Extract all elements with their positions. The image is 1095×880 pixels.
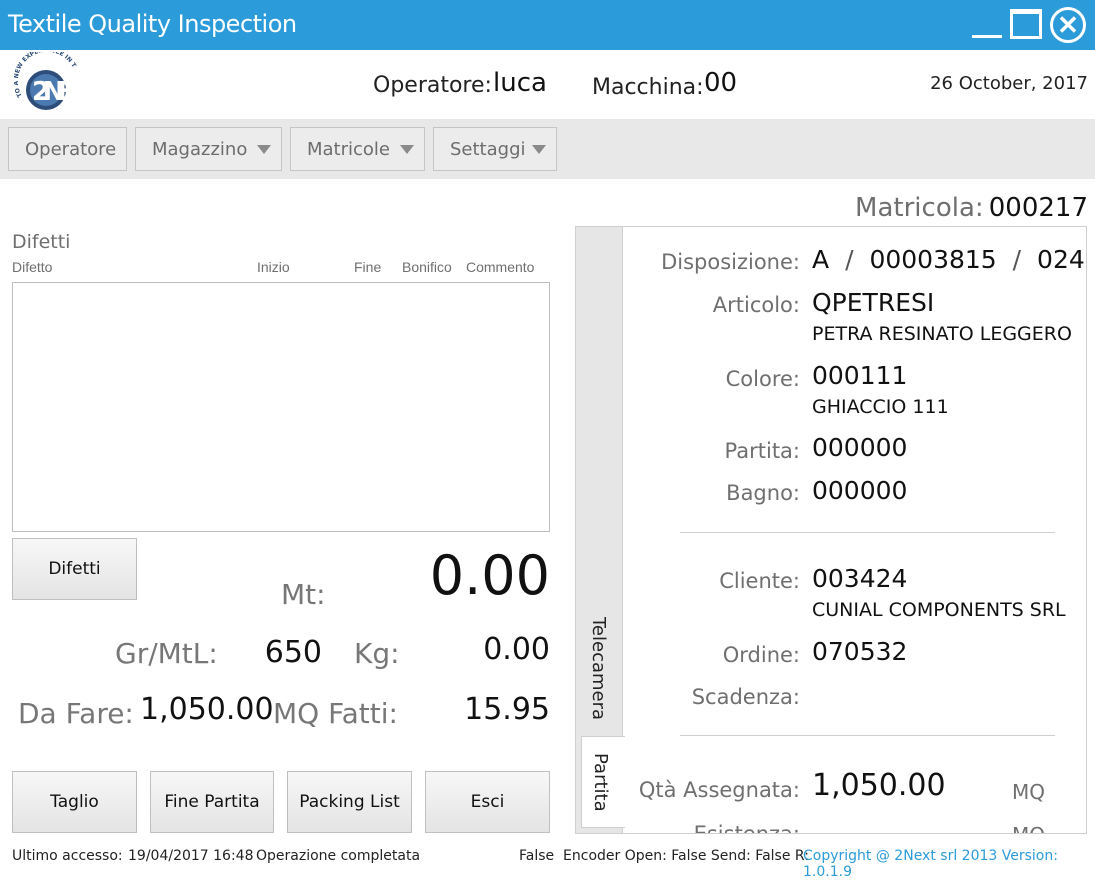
dropdown-arrow-icon (532, 145, 546, 154)
menu-magazzino-button[interactable]: Magazzino (135, 127, 282, 171)
taglio-button[interactable]: Taglio (12, 771, 137, 833)
kg-value: 0.00 (483, 632, 550, 667)
disposizione-label: Disposizione: (661, 250, 800, 274)
detail-panel (575, 226, 1087, 834)
mt-label: Mt: (281, 578, 326, 611)
dafare-label: Da Fare: (18, 697, 134, 730)
partita-label: Partita: (724, 439, 800, 463)
dropdown-arrow-icon (400, 145, 414, 154)
separator (680, 735, 1055, 736)
minimize-icon[interactable] (972, 16, 1002, 38)
fine-partita-button[interactable]: Fine Partita (150, 771, 274, 833)
dafare-value: 1,050.00 (140, 692, 274, 727)
menu-bar: Operatore Magazzino Matricole Settaggi (0, 119, 1095, 179)
column-header-bonifico: Bonifico (402, 259, 452, 275)
separator (680, 532, 1055, 533)
esci-button[interactable]: Esci (425, 771, 550, 833)
ultimo-accesso-value: 19/04/2017 16:48 (128, 848, 254, 864)
ultimo-accesso-label: Ultimo accesso: (12, 848, 123, 864)
menu-settaggi-button[interactable]: Settaggi (433, 127, 557, 171)
mqfatti-value: 15.95 (464, 692, 550, 727)
disposizione-separator: / (1012, 245, 1022, 274)
status-message: Operazione completata (256, 848, 421, 864)
difetti-button[interactable]: Difetti (12, 538, 137, 600)
menu-operatore-button[interactable]: Operatore (8, 127, 127, 171)
bagno-value: 000000 (812, 476, 908, 505)
qta-assegnata-unit: MQ (1012, 780, 1045, 804)
partita-value: 000000 (812, 433, 908, 462)
menu-label: Magazzino (152, 138, 248, 160)
mt-value: 0.00 (429, 544, 550, 607)
qta-assegnata-label: Qtà Assegnata: (638, 778, 800, 802)
close-icon[interactable]: ✕ (1050, 7, 1086, 43)
qta-assegnata-value: 1,050.00 (812, 768, 946, 803)
menu-matricole-button[interactable]: Matricole (290, 127, 425, 171)
column-header-inizio: Inizio (257, 259, 290, 275)
esistenza-row-clip: Esistenza: MQ (623, 818, 1086, 833)
column-header-difetto: Difetto (12, 259, 53, 275)
colore-label: Colore: (725, 367, 800, 391)
kg-label: Kg: (354, 637, 400, 670)
articolo-description: PETRA RESINATO LEGGERO (812, 323, 1072, 345)
ordine-label: Ordine: (722, 643, 800, 667)
dropdown-arrow-icon (257, 145, 271, 154)
menu-label: Settaggi (450, 138, 526, 160)
defects-list[interactable] (12, 282, 550, 532)
cliente-description: CUNIAL COMPONENTS SRL (812, 599, 1066, 621)
macchina-value: 00 (704, 68, 738, 98)
disposizione-separator: / (845, 245, 854, 274)
grmtl-value: 650 (264, 635, 322, 670)
company-logo: TO A NEW EXPERIENCE IN TECHNOLOGY 2NEXT (11, 47, 98, 118)
svg-text:2NEXT: 2NEXT (32, 77, 98, 107)
bagno-label: Bagno: (726, 481, 800, 505)
disposizione-part-a: A (812, 245, 830, 274)
window-title: Textile Quality Inspection (8, 10, 297, 38)
maximize-icon[interactable] (1010, 9, 1042, 39)
matricola-value: 000217 (988, 193, 1088, 223)
cliente-code: 003424 (812, 564, 908, 593)
disposizione-part-b: 00003815 (869, 245, 997, 274)
cliente-label: Cliente: (719, 569, 800, 593)
copyright-text: Copyright @ 2Next srl 2013 Version: 1.0.… (803, 848, 1058, 880)
macchina-label: Macchina: (592, 75, 704, 100)
esistenza-unit: MQ (1012, 823, 1045, 833)
colore-description: GHIACCIO 111 (812, 396, 949, 418)
grmtl-label: Gr/MtL: (115, 637, 218, 670)
current-date: 26 October, 2017 (930, 73, 1088, 94)
articolo-label: Articolo: (712, 293, 800, 317)
matricola-display: Matricola: 000217 (800, 193, 1088, 223)
disposizione-value: A / 00003815 / 024 (812, 245, 1085, 274)
menu-label: Matricole (307, 138, 391, 160)
defects-title: Difetti (12, 231, 71, 253)
disposizione-part-c: 024 (1037, 245, 1085, 274)
operatore-label: Operatore: (373, 73, 492, 98)
matricola-label: Matricola: (855, 193, 984, 223)
esistenza-label: Esistenza: (623, 822, 800, 833)
packing-list-button[interactable]: Packing List (287, 771, 412, 833)
column-header-fine: Fine (354, 259, 382, 275)
mqfatti-label: MQ Fatti: (273, 697, 398, 730)
colore-code: 000111 (812, 361, 908, 390)
articolo-code: QPETRESI (812, 288, 935, 317)
column-header-commento: Commento (466, 259, 535, 275)
menu-label: Operatore (25, 138, 117, 160)
encoder-status: False Encoder Open: False Send: False R: (519, 848, 809, 864)
scadenza-label: Scadenza: (691, 685, 800, 709)
ordine-value: 070532 (812, 637, 908, 666)
operatore-value: luca (493, 68, 547, 98)
title-bar: Textile Quality Inspection ✕ (0, 0, 1095, 50)
